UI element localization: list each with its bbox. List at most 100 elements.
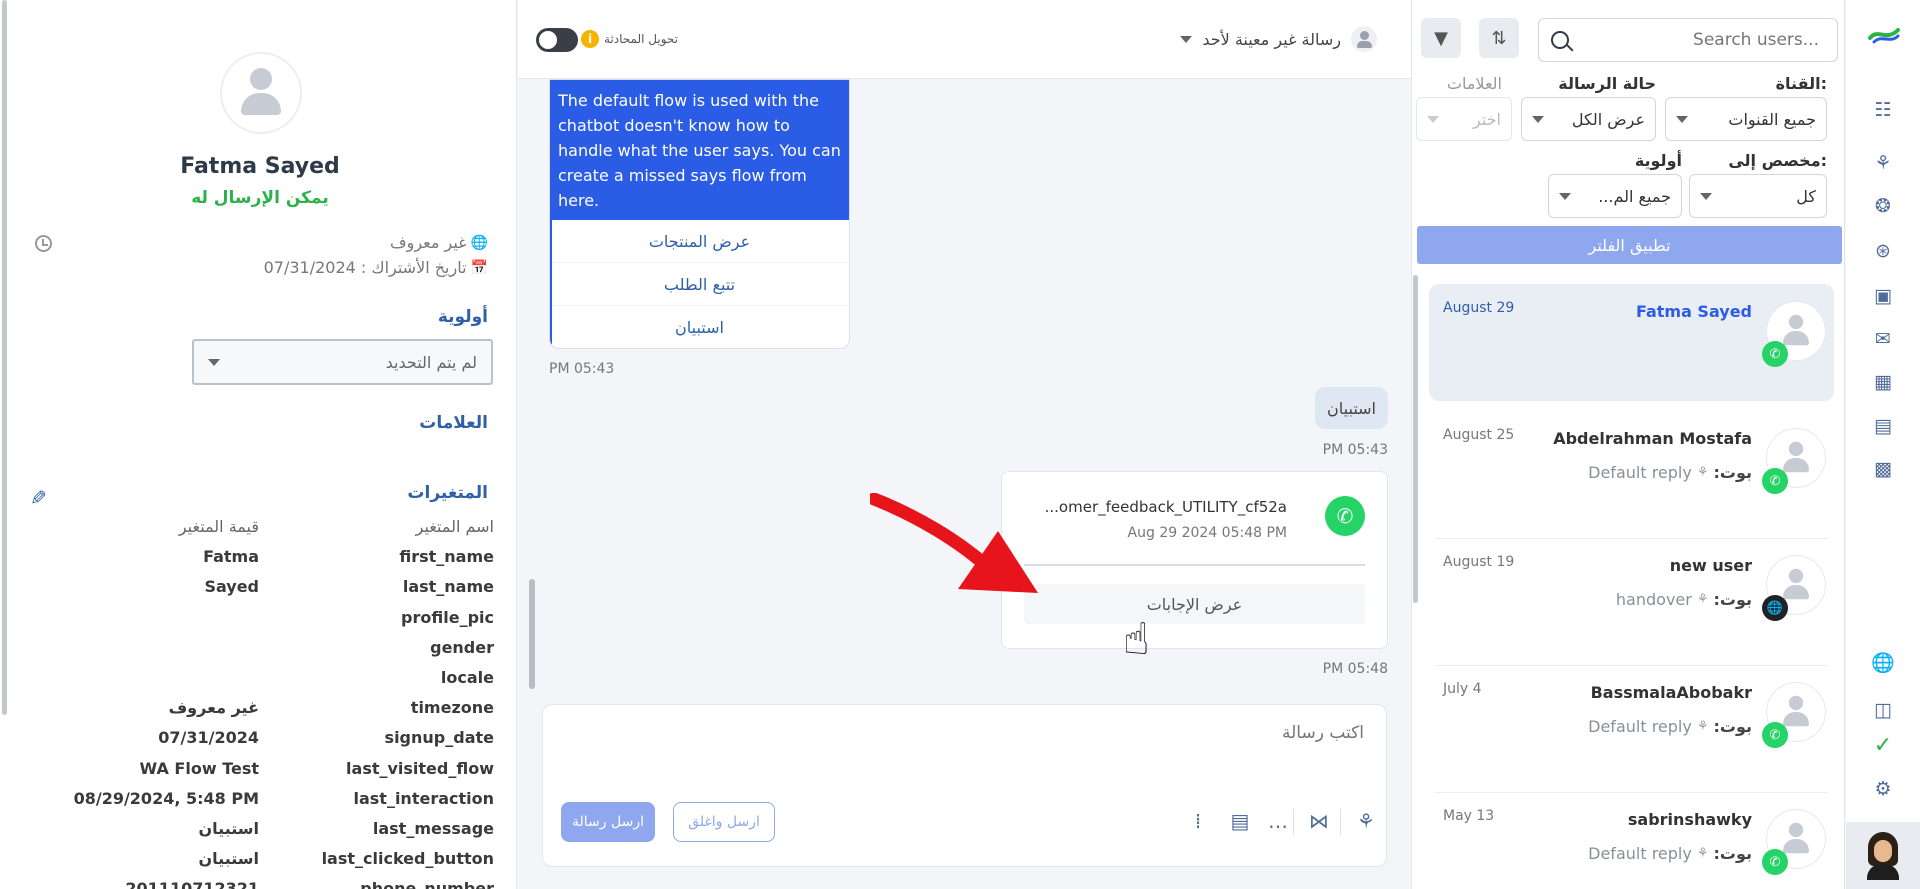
divider xyxy=(1293,809,1294,835)
conversation-item[interactable]: ✆ BassmalaAbobakr July 4 بوت: ⚘ Default … xyxy=(1429,665,1834,793)
store-icon[interactable]: ▩ xyxy=(1846,454,1920,484)
settings-gear-icon[interactable]: ⚙ xyxy=(1846,774,1920,804)
template-title: ...omer_feedback_UTILITY_cf52a xyxy=(1044,498,1287,516)
message-time: PM 05:48 xyxy=(1322,661,1388,677)
channel-select[interactable]: جميع القنوات xyxy=(1665,97,1827,141)
whatsapp-icon: ✆ xyxy=(1762,722,1788,748)
flow-icon[interactable]: ⚘ xyxy=(1351,806,1381,836)
variable-row: gender xyxy=(60,638,494,668)
view-answers-button[interactable]: عرض الإجابات xyxy=(1024,584,1365,624)
contact-avatar xyxy=(220,52,302,134)
var-value: غير معروف xyxy=(168,698,259,718)
red-arrow-annotation xyxy=(870,493,1038,593)
globe-icon[interactable]: 🌐 xyxy=(1846,647,1920,677)
conversation-item[interactable]: 🌐 new user August 19 بوت: ⚘ handover xyxy=(1429,538,1834,666)
whatsapp-icon: ✆ xyxy=(1325,496,1365,536)
flow-icon: ⚘ xyxy=(1696,719,1709,734)
templates-icon[interactable]: ▦ xyxy=(1846,367,1920,397)
info-icon[interactable]: i xyxy=(581,30,599,48)
sort-button[interactable]: ⇅ xyxy=(1479,18,1519,58)
var-value: 201110712321 xyxy=(125,879,259,889)
var-value-header: قيمة المتغير xyxy=(178,517,259,536)
conversation-transfer-toggle[interactable] xyxy=(536,28,578,52)
hand-cursor-icon: ☝ xyxy=(1123,614,1150,665)
priority-select[interactable]: لم يتم التحديد xyxy=(192,339,493,385)
chevron-down-icon xyxy=(208,358,220,366)
assign-label: رسالة غير معينة لأحد xyxy=(1202,29,1341,49)
search-input[interactable] xyxy=(1579,30,1819,50)
flow-icon[interactable]: ⚘ xyxy=(1846,148,1920,178)
conversations-scrollbar-thumb[interactable] xyxy=(1413,275,1418,603)
grid-dots-icon[interactable]: ⁞ xyxy=(1183,806,1213,836)
assign-dropdown[interactable]: رسالة غير معينة لأحد xyxy=(1180,26,1377,52)
preview-text: Default reply xyxy=(1588,717,1692,736)
sort-icon: ⇅ xyxy=(1491,27,1507,49)
template-box-icon[interactable]: ▤ xyxy=(1225,806,1255,836)
message-time: PM 05:43 xyxy=(549,361,615,377)
conversation-item[interactable]: ✆ Fatma Sayed August 29 xyxy=(1429,284,1834,401)
contact-scrollbar[interactable] xyxy=(0,0,8,889)
broadcast-icon[interactable]: ⊛ xyxy=(1846,236,1920,266)
tags-label: العلامات xyxy=(1446,74,1502,93)
var-value: 07/31/2024 xyxy=(158,728,259,748)
bot-option-button[interactable]: عرض المنتجات xyxy=(550,220,849,263)
variable-row: first_name Fatma xyxy=(60,547,494,577)
send-button[interactable]: ارسل رسالة xyxy=(561,802,655,842)
contacts-icon[interactable]: ▣ xyxy=(1846,281,1920,311)
template-date: Aug 29 2024 05:48 PM xyxy=(1127,525,1287,541)
check-icon[interactable]: ✓ xyxy=(1846,730,1920,760)
more-icon[interactable]: … xyxy=(1263,806,1293,836)
bot-option-button[interactable]: استبيان xyxy=(550,306,849,348)
analytics-icon[interactable]: ▤ xyxy=(1846,411,1920,441)
message-input[interactable] xyxy=(764,723,1364,743)
bot-option-button[interactable]: تتبع الطلب xyxy=(550,263,849,306)
tags-select[interactable]: اختر xyxy=(1416,97,1512,141)
var-name: last_clicked_button xyxy=(321,849,494,869)
tags-title: العلامات xyxy=(419,413,488,433)
user-message-bubble: استبيان xyxy=(1315,387,1388,429)
mail-icon[interactable]: ✉ xyxy=(1846,324,1920,354)
var-name: profile_pic xyxy=(401,607,494,627)
priority-title: أولوية xyxy=(437,307,488,327)
variable-row: locale xyxy=(60,668,494,698)
send-close-button[interactable]: ارسل واغلق xyxy=(673,802,775,842)
bot-icon[interactable]: ☷ xyxy=(1846,95,1920,125)
conversation-name: new user xyxy=(1669,556,1752,575)
brain-icon[interactable]: ❂ xyxy=(1846,191,1920,221)
toggle-label-row: تحويل المحادثة i xyxy=(581,30,678,48)
apply-filter-button[interactable]: تطبيق الفلتر xyxy=(1417,226,1842,264)
variable-row: last_name Sayed xyxy=(60,577,494,607)
edit-pencil-icon[interactable]: ✎ xyxy=(30,486,47,510)
conversation-item[interactable]: ✆ Abdelrahman Mostafa August 25 بوت: ⚘ D… xyxy=(1429,411,1834,539)
bot-message-card: The default flow is used with the chatbo… xyxy=(549,79,850,349)
share-nodes-icon[interactable]: ⋈ xyxy=(1304,806,1334,836)
var-value: استبيان xyxy=(198,849,259,869)
app-logo[interactable] xyxy=(1868,26,1900,44)
user-avatar[interactable] xyxy=(1846,822,1920,889)
whatsapp-icon: ✆ xyxy=(1762,468,1788,494)
bot-message-text: The default flow is used with the chatbo… xyxy=(550,80,849,220)
web-globe-icon: 🌐 xyxy=(1762,595,1788,621)
clock-icon[interactable] xyxy=(35,235,52,252)
toggle-label: تحويل المحادثة xyxy=(604,32,678,46)
search-box[interactable] xyxy=(1538,18,1838,62)
bot-label: بوت: xyxy=(1713,463,1752,482)
preview-text: Default reply xyxy=(1588,463,1692,482)
var-name: last_interaction xyxy=(353,788,494,808)
priority-filter-select[interactable]: جميع الم... xyxy=(1548,174,1682,218)
chat-scrollbar-thumb[interactable] xyxy=(529,579,535,689)
contact-scrollbar-thumb[interactable] xyxy=(2,0,7,715)
var-value: WA Flow Test xyxy=(139,758,259,778)
message-status-select[interactable]: عرض الكل xyxy=(1521,97,1656,141)
wallet-icon[interactable]: ◫ xyxy=(1846,695,1920,725)
divider xyxy=(1340,809,1341,835)
assigned-select[interactable]: كل xyxy=(1689,174,1827,218)
conversation-item[interactable]: ✆ sabrinshawky May 13 بوت: ⚘ Default rep… xyxy=(1429,792,1834,889)
variables-table: اسم المتغير قيمة المتغير first_name Fatma… xyxy=(60,517,494,889)
contact-location: غير معروف xyxy=(390,233,467,252)
filter-icon: ▼ xyxy=(1434,27,1448,49)
whatsapp-icon: ✆ xyxy=(1762,341,1788,367)
globe-icon: 🌐 xyxy=(470,234,488,251)
contact-panel: Fatma Sayed يمكن الإرسال له 🌐 غير معروف … xyxy=(0,0,517,889)
filter-button[interactable]: ▼ xyxy=(1421,18,1461,58)
